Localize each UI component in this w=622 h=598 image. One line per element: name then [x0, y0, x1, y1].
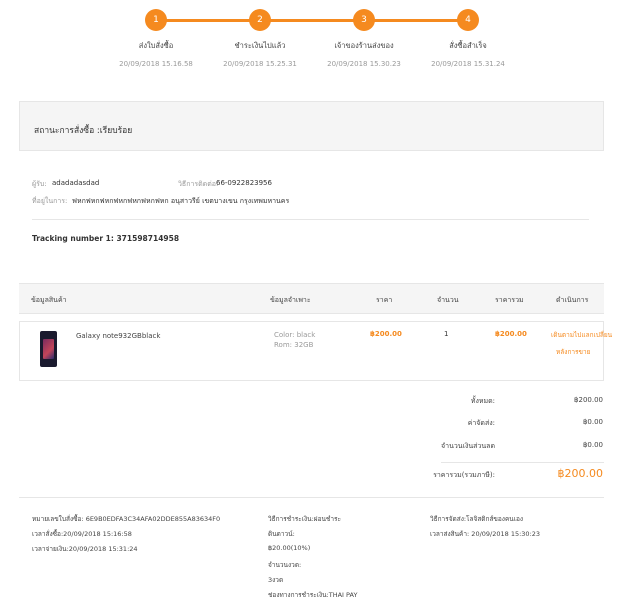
step-3-date: 20/09/2018 15.30.23	[327, 60, 401, 68]
shipping-value: ฿0.00	[582, 418, 603, 426]
product-color: Color: black	[274, 331, 316, 339]
col-product: ข้อมูลสินค้า	[31, 296, 67, 304]
tracking-number: Tracking number 1: 371598714958	[32, 234, 180, 243]
address-label: ที่อยู่ในการ:	[32, 197, 68, 205]
grand-total-label: ราคารวม(รวมภาษี):	[433, 471, 495, 479]
step-1-circle: 1	[145, 9, 167, 31]
installment-count-value: 3งวด	[268, 576, 284, 584]
product-table-header: ข้อมูลสินค้า ข้อมูลจำเพาะ ราคา จำนวน ราค…	[19, 283, 604, 314]
after-sale-link-2[interactable]: หลังการขาย	[556, 347, 590, 357]
address-text: ฟหกฟหกฟหกฟหกฟหกฟหกฟหก อนุสาวรีย์ เขตบางเ…	[72, 197, 290, 205]
col-total: ราคารวม	[495, 296, 524, 304]
product-thumbnail	[40, 331, 57, 367]
order-status-text: สถานะการสั่งซื้อ :เรียบร้อย	[34, 126, 133, 136]
step-4-label: สั่งซื้อสำเร็จ	[449, 41, 487, 50]
step-2-date: 20/09/2018 15.25.31	[223, 60, 297, 68]
installment-count-label: จำนวนงวด:	[268, 561, 302, 569]
step-3-circle: 3	[353, 9, 375, 31]
product-name[interactable]: Galaxy note932GBblack	[76, 332, 160, 340]
subtotal-value: ฿200.00	[574, 396, 603, 404]
step-4-circle: 4	[457, 9, 479, 31]
col-specs: ข้อมูลจำเพาะ	[270, 296, 311, 304]
down-payment-value: ฿20.00(10%)	[268, 544, 311, 552]
step-3-label: เจ้าของร้านส่งของ	[334, 41, 394, 50]
product-qty: 1	[444, 330, 449, 338]
order-time: เวลาสั่งซื้อ:20/09/2018 15:16:58	[32, 530, 132, 538]
step-2-label: ชำระเงินไปแล้ว	[234, 41, 286, 50]
col-price: ราคา	[376, 296, 393, 304]
subtotal-label: ทั้งหมด:	[470, 397, 495, 405]
col-action: ดำเนินการ	[556, 296, 589, 304]
step-2: 2 ชำระเงินไปแล้ว 20/09/2018 15.25.31	[205, 9, 315, 68]
buyer-divider	[32, 219, 589, 220]
col-qty: จำนวน	[437, 296, 459, 304]
contact-phone: 66-0922823956	[216, 179, 272, 187]
payment-time: เวลาจ่ายเงิน:20/09/2018 15:31:24	[32, 545, 138, 553]
discount-label: จำนวนเงินส่วนลด	[441, 442, 495, 450]
recipient-label: ผู้รับ:	[32, 180, 47, 188]
order-number: หมายเลขใบสั่งซื้อ: 6E9B0EDFA3C34AFA02DDE…	[32, 515, 221, 523]
contact-label: วิธีการติดต่อ:	[178, 180, 219, 188]
footer-divider	[19, 497, 604, 498]
step-4-date: 20/09/2018 15.31.24	[431, 60, 505, 68]
recipient-name: adadadasdad	[52, 179, 100, 187]
step-2-circle: 2	[249, 9, 271, 31]
product-price: ฿200.00	[370, 330, 402, 338]
order-status-panel: สถานะการสั่งซื้อ :เรียบร้อย	[19, 101, 604, 151]
after-sale-link-1[interactable]: เดินตามไปแลกเปลี่ยน	[551, 330, 612, 340]
down-payment-label: ดินดาวน์:	[268, 530, 295, 538]
payment-method: วิธีการชำระเงิน:ผ่อนชำระ	[268, 515, 341, 523]
step-3: 3 เจ้าของร้านส่งของ 20/09/2018 15.30.23	[309, 9, 419, 68]
payment-channel: ช่องทางการชำระเงิน:THAI PAY	[268, 591, 358, 598]
step-1-label: ส่งใบสั่งซื้อ	[138, 41, 174, 50]
order-progress-stepper: 1 ส่งใบสั่งซื้อ 20/09/2018 15.16.58 2 ชำ…	[0, 0, 622, 80]
grand-total-value: ฿200.00	[557, 467, 604, 480]
shipping-label: ค่าจัดส่ง:	[467, 419, 495, 427]
delivery-time: เวลาส่งสินค้า: 20/09/2018 15:30:23	[430, 530, 541, 538]
step-1-date: 20/09/2018 15.16.58	[119, 60, 193, 68]
step-4: 4 สั่งซื้อสำเร็จ 20/09/2018 15.31.24	[413, 9, 523, 68]
product-rom: Rom: 32GB	[274, 341, 314, 349]
product-total: ฿200.00	[495, 330, 527, 338]
discount-value: ฿0.00	[582, 441, 603, 449]
delivery-method: วิธีการจัดส่ง:โลจิสติกส์ของคนเอง	[430, 515, 524, 523]
table-row: Galaxy note932GBblack Color: black Rom: …	[19, 321, 612, 381]
step-1: 1 ส่งใบสั่งซื้อ 20/09/2018 15.16.58	[101, 9, 211, 68]
summary-divider	[441, 462, 604, 463]
